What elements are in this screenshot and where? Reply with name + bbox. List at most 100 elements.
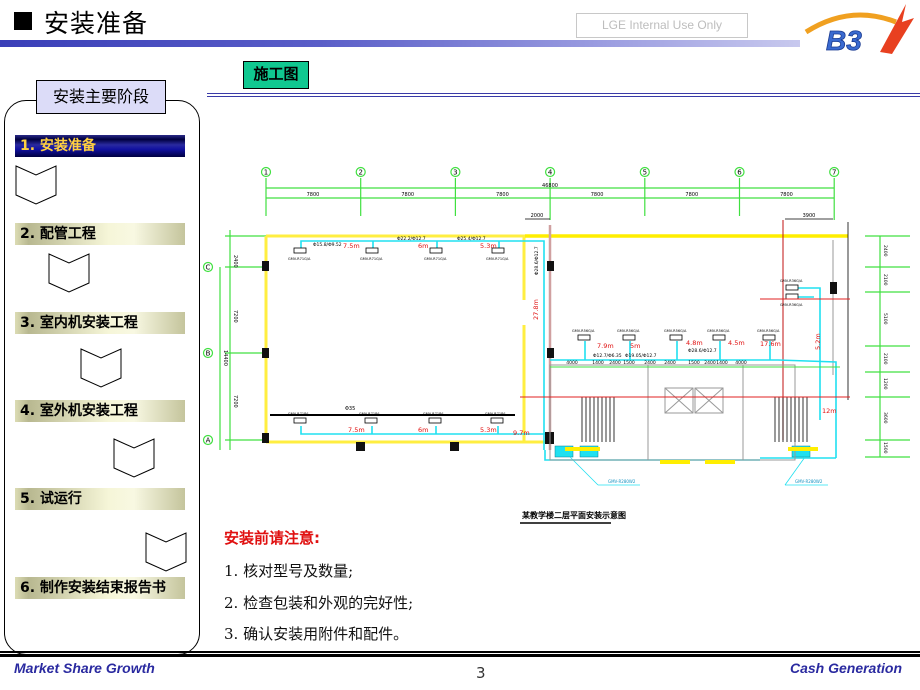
internal-use-label: LGE Internal Use Only	[576, 13, 748, 38]
sub-dimension-1: 2000	[531, 213, 544, 219]
sub-dimension-2: 3900	[803, 213, 816, 219]
outdoor-unit-label-2: GMV-R280W2	[795, 479, 823, 484]
chevron-down-icon	[145, 532, 187, 572]
row-axis-label: A	[206, 437, 211, 445]
total-dimension: 46800	[542, 183, 558, 189]
note-item-2: 2. 检查包装和外观的完好性;	[224, 594, 414, 612]
stage-item-2[interactable]: 2. 配管工程	[15, 223, 185, 245]
indoor-unit-icon	[785, 284, 799, 291]
indoor-unit-icon	[622, 334, 636, 341]
pipe-length: 5.3m	[480, 426, 497, 434]
pipe-length: 5m	[630, 342, 640, 350]
bay-dimension: 7800	[307, 192, 320, 198]
right-dimension: 3600	[882, 412, 888, 424]
bay-dimension: 7800	[780, 192, 793, 198]
left-dim-4: 7200	[232, 395, 238, 408]
corridor-dimension: 2400	[644, 360, 656, 366]
pipe-size: Φ22.2/Φ12.7	[397, 236, 426, 242]
column-axes: 1 2 3 4 5 6 7	[260, 166, 840, 220]
column-axis-label: 5	[643, 169, 647, 177]
drawing-caption: 某教学楼二层平面安装示意图	[521, 510, 626, 520]
right-dimension-lines	[865, 235, 910, 458]
column-axis-label: 1	[264, 169, 268, 177]
chevron-down-icon	[15, 165, 57, 205]
pipe-size: Φ25.4/Φ12.7	[457, 236, 486, 242]
pipe-size: Φ28.6/Φ12.7	[534, 246, 540, 275]
indoor-unit-label: GMV-R36G/A	[780, 279, 803, 283]
footer-left-slogan: Market Share Growth	[14, 660, 155, 676]
left-dim-3: 14400	[222, 350, 228, 366]
pipe-length: 5.2m	[814, 333, 822, 350]
page-number: 3	[476, 664, 486, 682]
corridor-dimension: 1400	[592, 360, 604, 366]
notes-title: 安装前请注意:	[224, 529, 320, 547]
pipe-size: Φ19.05/Φ12.7	[625, 353, 657, 359]
pipe-length: 9.7m	[513, 429, 530, 437]
indoor-unit-icon	[490, 417, 504, 424]
column-axis-label: 3	[453, 169, 457, 177]
right-dimension: 5100	[882, 313, 888, 325]
page-title: 安装准备	[44, 9, 149, 38]
refrigerant-pipes	[300, 240, 837, 461]
indoor-unit-icon	[365, 247, 379, 254]
row-axis-label: C	[206, 264, 211, 272]
indoor-unit-icon	[577, 334, 591, 341]
corridor-dimension: 4000	[566, 360, 578, 366]
indoor-unit-label: GMV-R71G/A	[486, 257, 509, 261]
column-axis-label: 4	[548, 169, 553, 177]
pipe-length: 6m	[418, 242, 428, 250]
footer-divider	[0, 651, 920, 657]
corridor-dimension: 2400	[609, 360, 621, 366]
row-axis-label: B	[206, 350, 211, 358]
pipe-size: Φ12.7/Φ6.35	[593, 353, 622, 359]
corridor-dimension: 4000	[735, 360, 747, 366]
indoor-unit-label: GMV-R56G/A	[617, 329, 640, 333]
pipe-length: 7.9m	[597, 342, 614, 350]
drawing-divider	[207, 93, 920, 97]
indoor-unit-icon	[364, 417, 378, 424]
pipe-length: 7.5m	[343, 242, 360, 250]
footer-right-slogan: Cash Generation	[789, 660, 902, 676]
bay-dimension: 7800	[591, 192, 604, 198]
indoor-unit-label: GMV-R71G/A	[424, 257, 447, 261]
floor-plan-drawing: 1 2 3 4 5 6 7 C B A 46800 7800 7800 7800 7800 7800 78…	[202, 166, 910, 524]
right-dimension-labels: 2400 2100 5100 2100 1200 3600 1500	[882, 245, 888, 454]
right-dimension: 2100	[882, 353, 888, 365]
indoor-unit-icon	[785, 293, 799, 300]
pipe-length: 12m	[822, 407, 837, 415]
stage-item-4[interactable]: 4. 室外机安装工程	[15, 400, 185, 422]
pipe-size-labels: Φ15.8/Φ9.52 Φ22.2/Φ12.7 Φ25.4/Φ12.7 Φ28.6/Φ…	[313, 236, 717, 359]
indoor-unit-icon	[712, 334, 726, 341]
bay-dimension: 7800	[496, 192, 509, 198]
column-axis-label: 2	[358, 169, 362, 177]
right-dimension: 1500	[882, 442, 888, 454]
left-dim-1: 2400	[232, 255, 238, 268]
construction-drawing-tag: 施工图	[243, 61, 309, 89]
chevron-down-icon	[113, 438, 155, 478]
stage-item-6[interactable]: 6. 制作安装结束报告书	[15, 577, 185, 599]
column-axis-label: 6	[737, 169, 742, 177]
indoor-unit-label: GMV-R56G/A	[707, 329, 730, 333]
corridor-dimension: 2400	[664, 360, 676, 366]
pipe-size: Φ28.6/Φ12.7	[688, 348, 717, 354]
indoor-unit-label: GMV-R36G/A	[780, 303, 803, 307]
stages-title: 安装主要阶段	[36, 80, 166, 114]
chevron-down-icon	[80, 348, 122, 388]
pipe-length: 4.8m	[686, 339, 703, 347]
stage-item-3[interactable]: 3. 室内机安装工程	[15, 312, 185, 334]
left-dim-2: 7200	[232, 310, 238, 323]
logo-x-arrow-icon	[880, 4, 914, 54]
note-item-1: 1. 核对型号及数量;	[224, 562, 354, 580]
main-pipe-size: Φ35	[345, 406, 355, 412]
pipe-length: 17.6m	[760, 340, 781, 348]
pipe-length: 6m	[418, 426, 428, 434]
note-item-3: 3. 确认安装用附件和配件。	[224, 625, 409, 643]
stage-item-5[interactable]: 5. 试运行	[15, 488, 185, 510]
chevron-down-icon	[48, 253, 90, 293]
header-gradient-bar	[0, 40, 800, 47]
indoor-unit-label: GMV-R56G/A	[757, 329, 780, 333]
right-dimension: 1200	[882, 378, 888, 390]
indoor-unit-label: GMV-R71G/A	[288, 257, 311, 261]
stage-item-1[interactable]: 1. 安装准备	[15, 135, 185, 157]
row-axes: C B A	[202, 261, 214, 446]
